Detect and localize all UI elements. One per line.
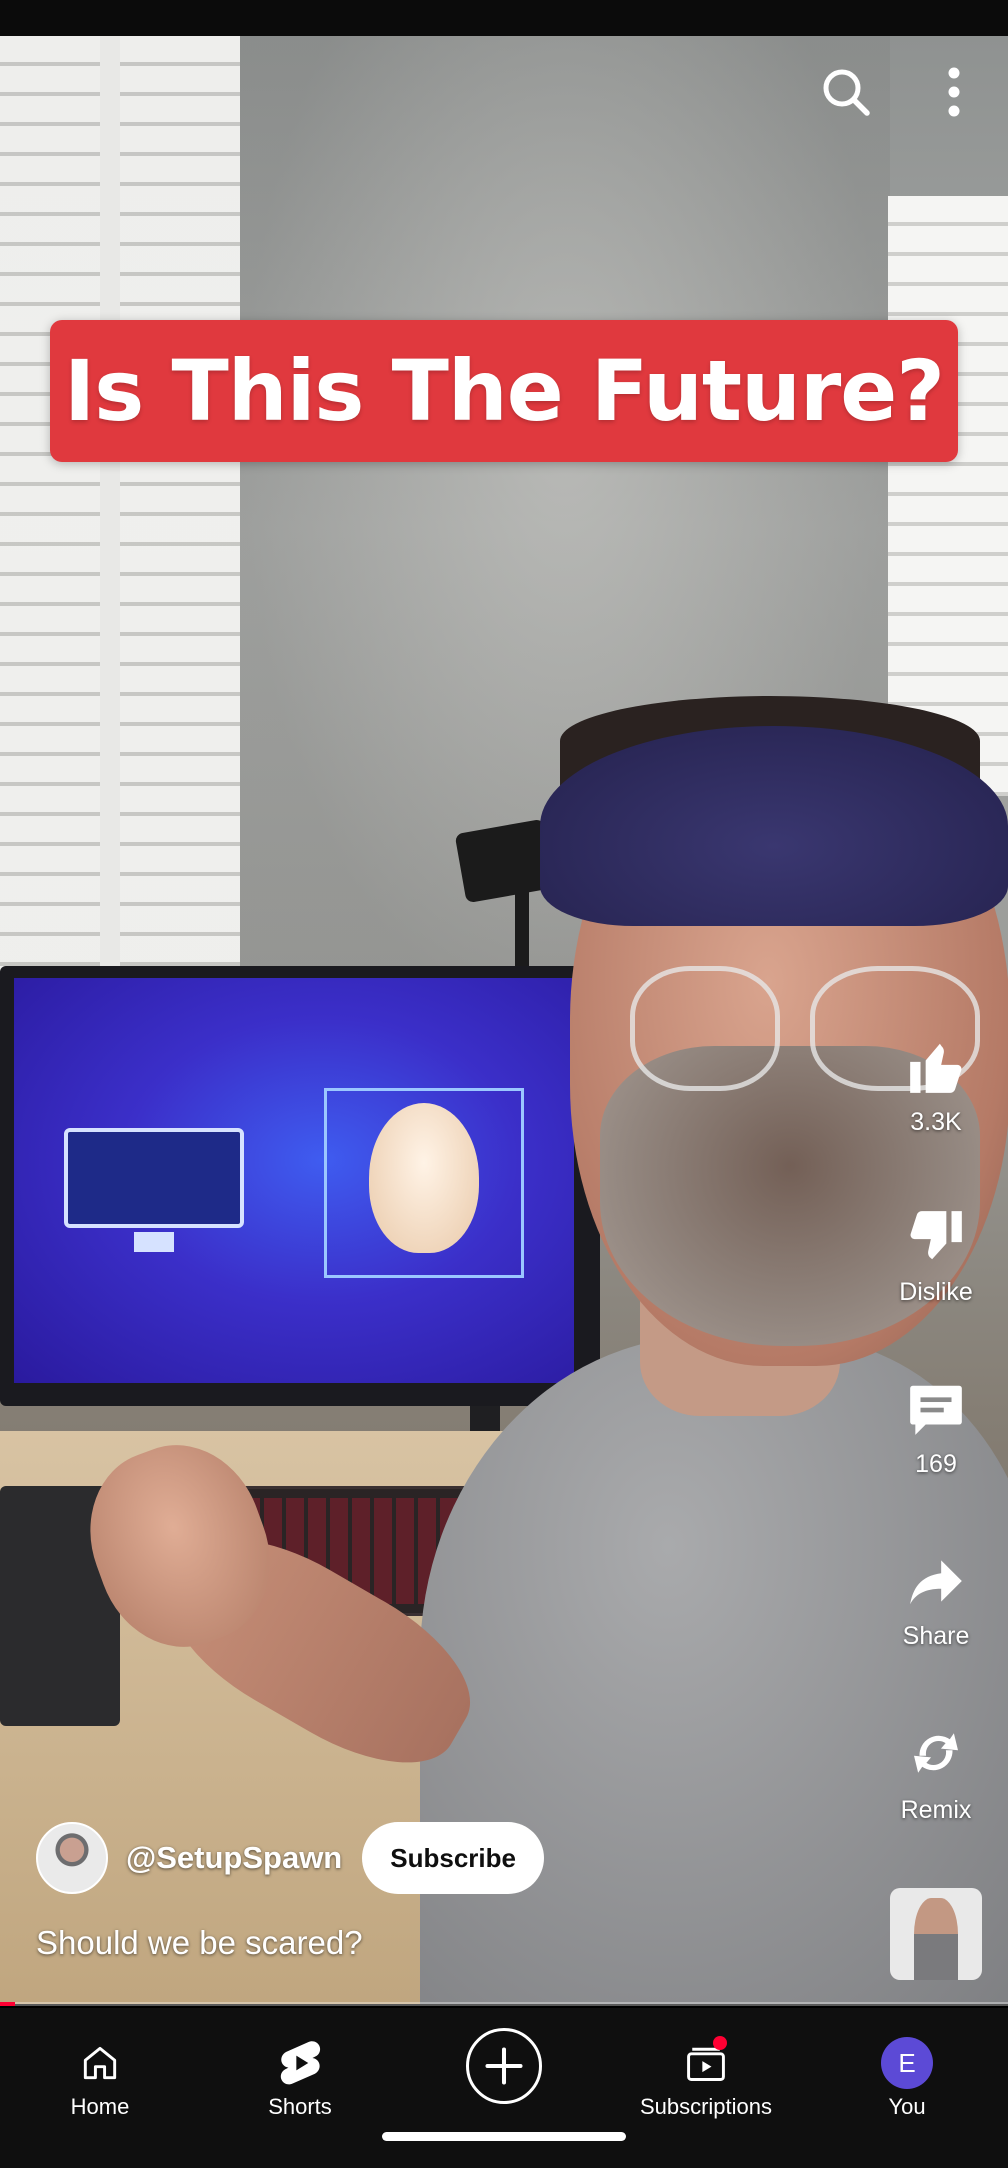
video-window-blind-left (0, 36, 240, 976)
share-icon (910, 1560, 962, 1605)
video-window-frame (100, 36, 120, 976)
notification-dot (713, 2036, 727, 2050)
nav-item-you[interactable]: E You (827, 2008, 987, 2120)
channel-avatar[interactable] (36, 1822, 108, 1894)
thumbs-up-icon (910, 1043, 962, 1093)
dislike-button[interactable]: Dislike (880, 1206, 992, 1307)
like-count: 3.3K (910, 1108, 962, 1136)
remix-icon (914, 1733, 958, 1773)
channel-handle[interactable]: @SetupSpawn (126, 1840, 342, 1876)
shorts-icon (280, 2041, 321, 2085)
nav-item-shorts[interactable]: Shorts (220, 2008, 380, 2120)
home-icon (83, 2046, 117, 2080)
video-monitor-device-graphic (64, 1128, 244, 1228)
video-caption[interactable]: Should we be scared? (36, 1924, 363, 1962)
nav-label-you: You (888, 2094, 926, 2119)
video-monitor (0, 966, 600, 1406)
plus-icon (485, 2047, 523, 2085)
create-button[interactable] (466, 2028, 542, 2104)
more-vert-icon (948, 67, 960, 117)
bottom-navigation: Home Shorts Subscriptions E You (0, 2008, 1008, 2168)
nav-label-shorts: Shorts (268, 2094, 332, 2119)
subscribe-button[interactable]: Subscribe (362, 1822, 544, 1894)
search-button[interactable] (816, 62, 876, 122)
video-title-text: Is This The Future? (63, 342, 945, 440)
you-avatar: E (881, 2037, 933, 2089)
comments-button[interactable]: 169 (880, 1378, 992, 1479)
video-person-glasses-left (630, 966, 780, 1091)
share-button[interactable]: Share (880, 1550, 992, 1651)
nav-label-subscriptions: Subscriptions (639, 2094, 773, 2119)
like-button[interactable]: 3.3K (880, 1036, 992, 1137)
gesture-home-indicator[interactable] (382, 2132, 626, 2141)
nav-item-subscriptions[interactable]: Subscriptions (624, 2008, 788, 2120)
video-progress-fill (0, 2002, 16, 2006)
more-options-button[interactable] (924, 62, 984, 122)
nav-label-home: Home (70, 2094, 130, 2119)
remix-label: Remix (900, 1796, 972, 1824)
sound-thumbnail[interactable] (890, 1888, 982, 1980)
video-monitor-device-stand (134, 1232, 174, 1252)
status-bar (0, 0, 1008, 36)
video-monitor-screen (14, 978, 574, 1383)
video-monitor-face-graphic (369, 1103, 479, 1253)
search-icon (823, 69, 870, 116)
comment-icon (910, 1385, 962, 1435)
comment-count: 169 (915, 1450, 957, 1478)
dislike-label: Dislike (899, 1278, 973, 1306)
thumbs-down-icon (910, 1211, 962, 1260)
remix-button[interactable]: Remix (880, 1720, 992, 1825)
share-label: Share (902, 1622, 970, 1650)
channel-row: @SetupSpawn Subscribe (36, 1822, 544, 1894)
video-title-banner: Is This The Future? (50, 320, 958, 462)
video-person-bandana (540, 726, 1008, 926)
nav-item-home[interactable]: Home (20, 2008, 180, 2120)
video-progress-bar[interactable] (0, 2002, 1008, 2006)
